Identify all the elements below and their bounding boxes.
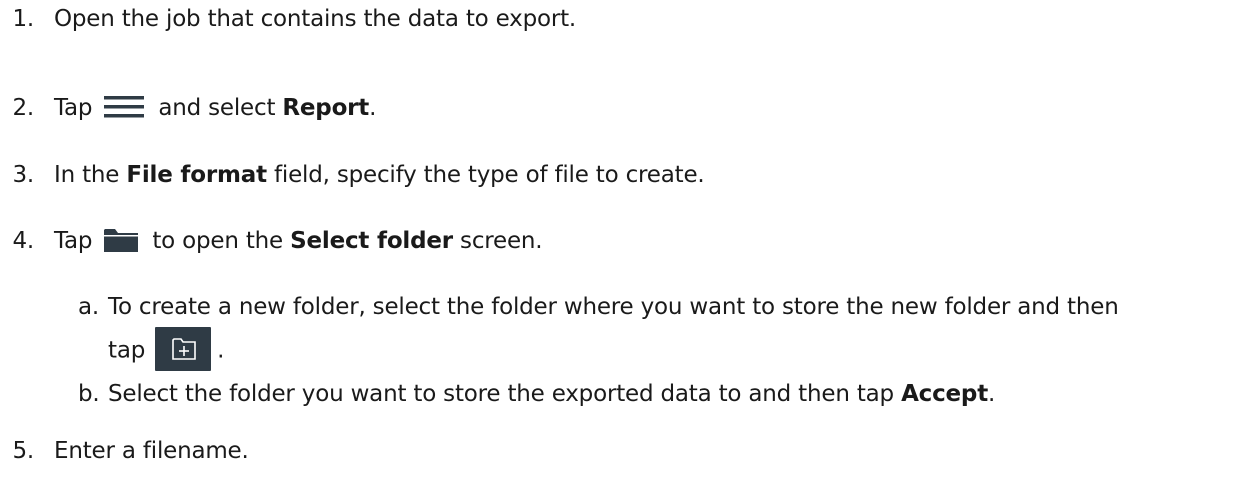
step-text-end: screen. <box>460 228 543 254</box>
step-text-before: In the <box>54 162 120 188</box>
accept-label: Accept <box>901 381 988 407</box>
step-2: 2. Tap and select Report. <box>0 93 376 123</box>
step-text-after: and select <box>158 95 276 121</box>
substep-text-before: Select the folder you want to store the … <box>108 381 894 407</box>
substep-text: To create a new folder, select the folde… <box>108 294 1119 320</box>
substep-text-end: . <box>217 337 225 364</box>
step-number: 1. <box>12 6 34 32</box>
step-text: Open the job that contains the data to e… <box>54 6 577 32</box>
step-text: Enter a filename. <box>54 438 249 464</box>
step-text-end: . <box>369 95 377 121</box>
step-text-after: to open the <box>152 228 284 254</box>
step-number: 2. <box>12 95 34 121</box>
folder-icon <box>104 228 139 252</box>
step-number: 4. <box>12 228 34 254</box>
substep-text-before: tap <box>108 337 146 364</box>
step-1: 1. Open the job that contains the data to… <box>0 4 576 34</box>
report-label: Report <box>282 95 370 121</box>
step-text-after: field, specify the type of file to creat… <box>274 162 705 188</box>
step-number: 3. <box>12 162 34 188</box>
step-text-before: Tap <box>54 95 93 121</box>
substep-letter: b. <box>78 381 100 407</box>
substep-text-end: . <box>988 381 996 407</box>
substep-a: a. To create a new folder, select the fol… <box>78 292 1119 322</box>
step-4: 4. Tap to open the Select folder screen. <box>0 226 542 256</box>
hamburger-menu-icon <box>104 95 145 118</box>
step-3: 3. In the File format field, specify the … <box>0 160 705 190</box>
step-5: 5. Enter a filename. <box>0 436 249 466</box>
select-folder-label: Select folder <box>290 228 453 254</box>
new-folder-icon <box>155 327 212 371</box>
step-number: 5. <box>12 438 34 464</box>
substep-b: b. Select the folder you want to store th… <box>78 379 995 409</box>
substep-a-line2: tap. <box>108 327 225 373</box>
step-text-before: Tap <box>54 228 93 254</box>
substep-letter: a. <box>78 294 100 320</box>
file-format-label: File format <box>126 162 267 188</box>
